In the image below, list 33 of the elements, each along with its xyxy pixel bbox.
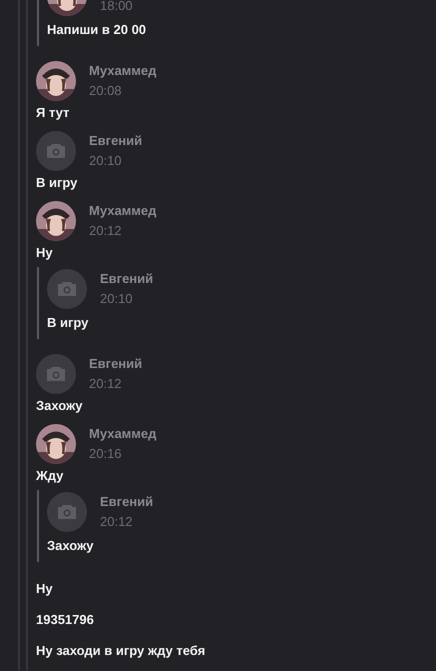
- author-name: Мухаммед: [89, 425, 156, 443]
- message-time: 20:16: [89, 445, 123, 463]
- message-text: Захожу: [36, 397, 84, 415]
- message-time: 18:00: [100, 0, 133, 15]
- author-name: Евгений: [89, 132, 142, 150]
- camera-icon: [57, 504, 77, 520]
- avatar: [36, 201, 76, 241]
- message-text: В игру: [36, 174, 78, 192]
- message-time: 20:10: [89, 152, 123, 170]
- message-text: В игру: [47, 314, 90, 332]
- message-time: 20:12: [89, 222, 123, 240]
- message-text: Ну заходи в игру жду тебя: [36, 642, 206, 660]
- message-text: 19351796: [36, 611, 95, 629]
- message-text: Напиши в 20 00: [47, 21, 148, 39]
- camera-icon: [57, 281, 77, 297]
- author-name: Мухаммед: [89, 62, 156, 80]
- message-text: Я тут: [36, 104, 70, 122]
- message-text: Жду: [36, 467, 64, 485]
- message-time: 20:12: [89, 375, 123, 393]
- message-text: Захожу: [47, 537, 94, 555]
- author-name: Евгений: [100, 270, 154, 288]
- avatar: [36, 424, 76, 464]
- message-text: Ну: [36, 580, 54, 598]
- author-name: Евгений: [89, 355, 142, 373]
- camera-icon: [46, 366, 66, 382]
- author-name: Мухаммед: [89, 202, 156, 220]
- camera-icon: [46, 143, 66, 159]
- message-text: Ну: [36, 244, 54, 262]
- author-name: Евгений: [100, 493, 154, 511]
- message-time: 20:12: [100, 513, 134, 531]
- message-time: 20:10: [100, 290, 134, 308]
- message-time: 20:08: [89, 82, 123, 100]
- avatar: [36, 61, 76, 101]
